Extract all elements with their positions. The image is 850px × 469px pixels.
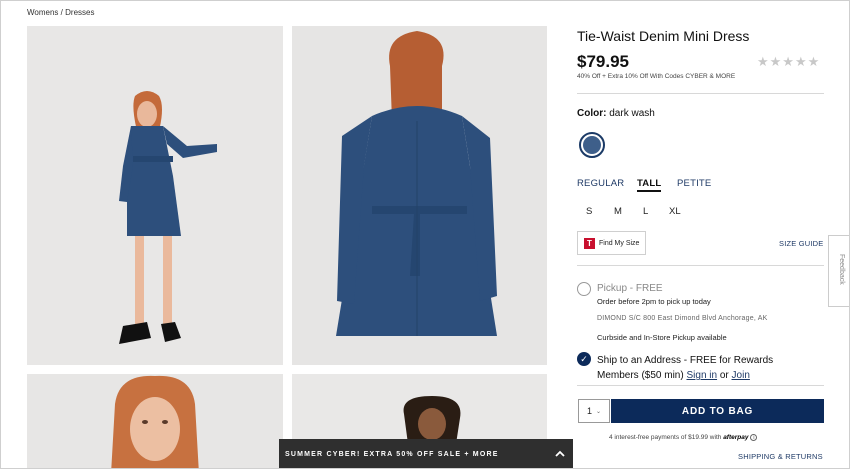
color-swatch-dark-wash[interactable] [579,132,605,158]
afterpay-logo: afterpay [723,434,749,441]
breadcrumb-womens[interactable]: Womens [27,8,58,17]
chevron-up-icon[interactable] [553,447,567,461]
rating-stars-icon[interactable]: ★★★★★ [757,54,820,70]
breadcrumb-separator: / [60,8,63,17]
ship-radio-checked-icon[interactable]: ✓ [577,352,591,366]
shipping-returns-link[interactable]: SHIPPING & RETURNS [738,452,823,461]
ship-to-address-text: Ship to an Address - FREE for Rewards Me… [597,353,812,383]
join-link[interactable]: Join [732,370,750,381]
pickup-cutoff-text: Order before 2pm to pick up today [597,297,711,306]
product-price: $79.95 [577,52,629,71]
curbside-text: Curbside and In-Store Pickup available [597,333,727,342]
product-photo-back[interactable] [292,26,547,365]
chevron-down-icon: ⌄ [595,408,602,415]
fit-tab-regular[interactable]: REGULAR [577,178,624,189]
pickup-title: Pickup - FREE [597,283,663,294]
info-icon[interactable]: i [750,434,758,441]
divider [577,265,824,266]
color-value: dark wash [609,108,655,119]
page: Womens / Dresses Tie-Waist Denim Mini Dr… [0,0,850,469]
size-guide-link[interactable]: SIZE GUIDE [779,239,824,248]
size-option-s[interactable]: S [586,206,592,217]
color-label-key: Color: [577,108,607,119]
divider [577,385,824,386]
quantity-value: 1 [586,406,592,416]
product-title: Tie-Waist Denim Mini Dress [577,28,750,44]
sign-in-link[interactable]: Sign in [686,370,717,381]
find-my-size-label: Find My Size [599,239,640,247]
feedback-tab[interactable]: Feedback [828,235,849,307]
color-label: Color: dark wash [577,108,655,119]
find-my-size-button[interactable]: T Find My Size [577,231,646,255]
size-option-m[interactable]: M [614,206,622,217]
size-option-l[interactable]: L [643,206,648,217]
product-photo-closeup[interactable] [27,374,283,468]
afterpay-payments-text: 4 interest-free payments of $19.99 with [609,434,722,441]
pickup-radio[interactable] [577,282,591,296]
divider [577,93,824,94]
true-fit-icon: T [584,237,595,249]
breadcrumb: Womens / Dresses [27,8,94,17]
add-to-bag-button[interactable]: ADD TO BAG [611,399,824,423]
quantity-select[interactable]: 1 ⌄ [578,399,610,423]
fit-tab-tall[interactable]: TALL [637,178,662,192]
promo-banner-text: SUMMER CYBER! EXTRA 50% OFF SALE + MORE [285,451,499,458]
promo-banner[interactable]: SUMMER CYBER! EXTRA 50% OFF SALE + MORE [279,439,573,468]
afterpay-text: 4 interest-free payments of $19.99 with … [609,434,758,441]
or-text: or [719,370,729,381]
fit-tab-petite[interactable]: PETITE [677,178,711,189]
size-option-xl[interactable]: XL [669,206,681,217]
promo-text: 40% Off + Extra 10% Off With Codes CYBER… [577,73,736,80]
feedback-label: Feedback [838,254,845,285]
store-address[interactable]: DIMOND S/C 800 East Dimond Blvd Anchorag… [597,315,767,322]
swatch-fill [583,136,601,154]
product-photo-front[interactable] [27,26,283,365]
breadcrumb-dresses[interactable]: Dresses [65,8,94,17]
